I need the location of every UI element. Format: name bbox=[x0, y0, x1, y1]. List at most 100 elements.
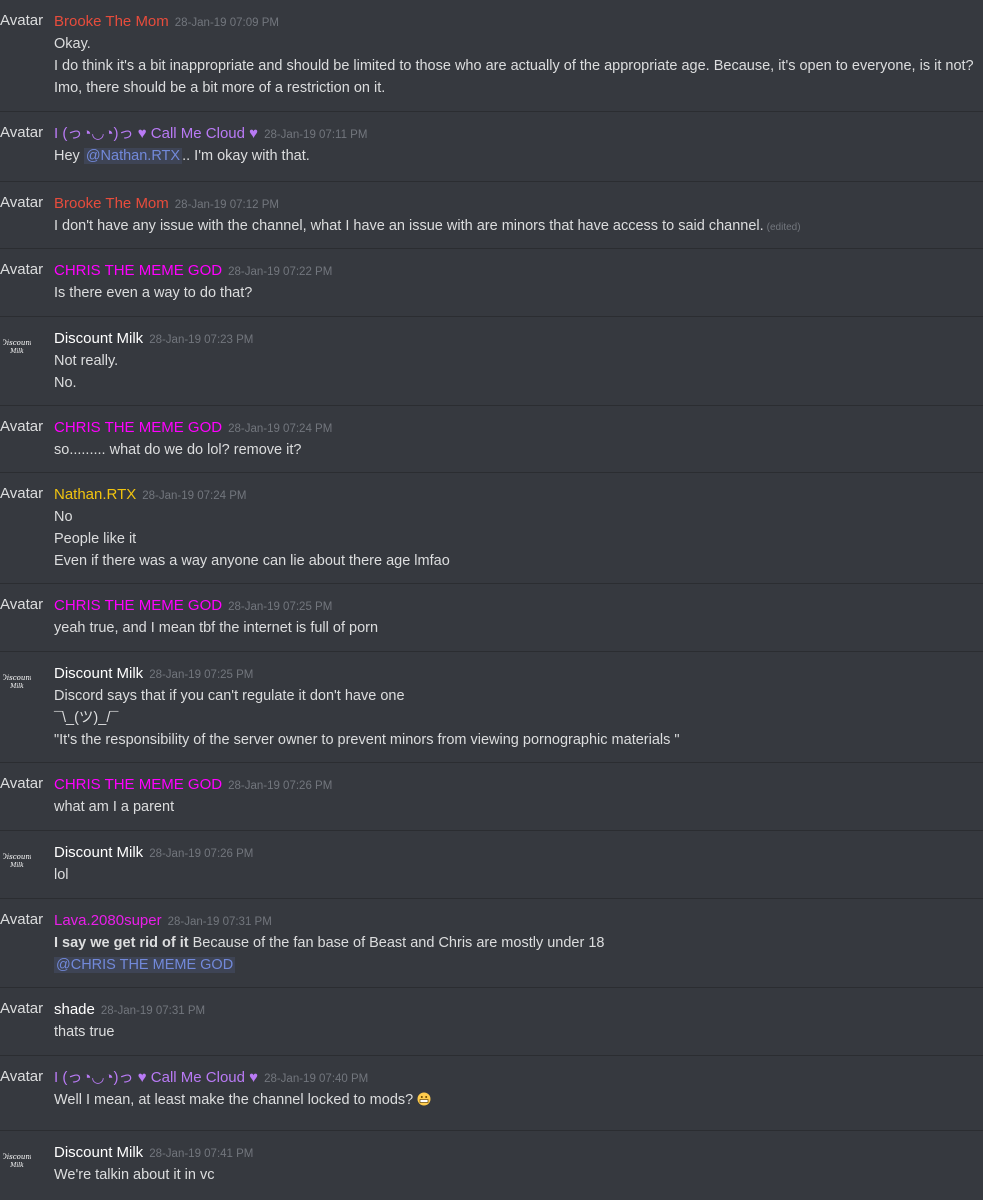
user-mention[interactable]: @Nathan.RTX bbox=[83, 148, 183, 164]
avatar-logo-text: Discount bbox=[3, 853, 31, 861]
message-content: Not really. No. bbox=[54, 350, 118, 394]
author-name[interactable]: CHRIS THE MEME GOD bbox=[54, 419, 222, 436]
message-line: so......... what do we do lol? remove it… bbox=[54, 442, 302, 458]
avatar-logo-text: Milk bbox=[9, 348, 24, 355]
message-content: No People like it Even if there was a way … bbox=[54, 506, 450, 572]
message-content: Is there even a way to do that? bbox=[54, 282, 252, 304]
message-header: Lava.2080super 28-Jan-19 07:31 PM bbox=[54, 912, 272, 931]
message-line: I say we get rid of it Because of the fa… bbox=[54, 935, 605, 951]
avatar-image[interactable]: DiscountMilk bbox=[3, 1149, 31, 1175]
avatar-placeholder[interactable]: Avatar bbox=[0, 775, 48, 793]
avatar-logo-text: Milk bbox=[9, 1162, 24, 1169]
message-header: shade 28-Jan-19 07:31 PM bbox=[54, 1001, 205, 1020]
message-line: "It's the responsibility of the server o… bbox=[54, 732, 680, 748]
avatar-logo-text: Discount bbox=[3, 339, 31, 347]
message-header: Discount Milk 28-Jan-19 07:25 PM bbox=[54, 665, 253, 684]
message-header: Brooke The Mom 28-Jan-19 07:09 PM bbox=[54, 13, 279, 32]
message-header: Discount Milk 28-Jan-19 07:23 PM bbox=[54, 330, 253, 349]
message: Avatar shade 28-Jan-19 07:31 PM thats true bbox=[0, 987, 983, 1055]
timestamp: 28-Jan-19 07:31 PM bbox=[100, 1005, 206, 1017]
avatar-logo-text: Discount bbox=[3, 674, 31, 682]
message: DiscountMilkDiscount Milk28-Jan-19 07:23… bbox=[0, 316, 983, 405]
message-header: Discount Milk 28-Jan-19 07:41 PM bbox=[54, 1144, 253, 1163]
message: Avatar Lava.2080super 28-Jan-19 07:31 PM I… bbox=[0, 898, 983, 987]
message-content: lol bbox=[54, 864, 69, 886]
author-name[interactable]: Discount Milk bbox=[54, 1144, 143, 1161]
author-name[interactable]: CHRIS THE MEME GOD bbox=[54, 776, 222, 793]
message-content: I say we get rid of it Because of the fa… bbox=[54, 932, 604, 976]
author-name[interactable]: Brooke The Mom bbox=[54, 195, 169, 212]
message-header: Brooke The Mom 28-Jan-19 07:12 PM bbox=[54, 195, 279, 214]
author-name[interactable]: Nathan.RTX bbox=[54, 486, 136, 503]
message-content: Well I mean, at least make the channel l… bbox=[54, 1089, 431, 1111]
author-name[interactable]: I (っ◔◡◔)っ ♥ Call Me Cloud ♥ bbox=[54, 125, 258, 142]
message-line: I don't have any issue with the channel,… bbox=[54, 218, 801, 234]
avatar-image[interactable]: DiscountMilk bbox=[3, 849, 31, 875]
message: Avatar I (っ◔◡◔)っ ♥ Call Me Cloud ♥ 28-Jan-… bbox=[0, 111, 983, 181]
timestamp: 28-Jan-19 07:24 PM bbox=[228, 423, 333, 435]
message-header: CHRIS THE MEME GOD 28-Jan-19 07:25 PM bbox=[54, 597, 332, 616]
message-line: Well I mean, at least make the channel l… bbox=[54, 1089, 431, 1111]
avatar-placeholder[interactable]: Avatar bbox=[0, 485, 48, 503]
timestamp: 28-Jan-19 07:41 PM bbox=[149, 1148, 254, 1160]
author-name[interactable]: shade bbox=[54, 1001, 95, 1018]
grimacing-emoji-icon bbox=[417, 1092, 431, 1106]
author-name[interactable]: Discount Milk bbox=[54, 844, 143, 861]
author-name[interactable]: Brooke The Mom bbox=[54, 13, 169, 30]
avatar-placeholder[interactable]: Avatar bbox=[0, 12, 48, 30]
message-line: thats true bbox=[54, 1024, 115, 1040]
message: Avatar CHRIS THE MEME GOD 28-Jan-19 07:26 … bbox=[0, 762, 983, 830]
message: DiscountMilk Discount Milk 28-Jan-19 07:41… bbox=[0, 1130, 983, 1200]
avatar-image[interactable]: DiscountMilk bbox=[3, 335, 31, 361]
message-line: Not really. bbox=[54, 353, 119, 369]
timestamp: 28-Jan-19 07:31 PM bbox=[167, 916, 272, 928]
timestamp: 28-Jan-19 07:26 PM bbox=[149, 848, 254, 860]
author-name[interactable]: CHRIS THE MEME GOD bbox=[54, 262, 222, 279]
timestamp: 28-Jan-19 07:25 PM bbox=[149, 669, 254, 681]
avatar-placeholder[interactable]: Avatar bbox=[0, 124, 48, 142]
message-line: lol bbox=[54, 867, 69, 883]
message: Avatar Brooke The Mom 28-Jan-19 07:12 PM I … bbox=[0, 181, 983, 248]
author-name[interactable]: Lava.2080super bbox=[54, 912, 162, 929]
avatar-placeholder[interactable]: Avatar bbox=[0, 418, 48, 436]
avatar-placeholder[interactable]: Avatar bbox=[0, 1068, 48, 1086]
bold-text: I say we get rid of it bbox=[54, 935, 189, 951]
message-line: what am I a parent bbox=[54, 799, 175, 815]
message-header: I (っ◔◡◔)っ ♥ Call Me Cloud ♥ 28-Jan-19 07:… bbox=[54, 125, 367, 144]
message-content: Discord says that if you can't regulate … bbox=[54, 685, 680, 751]
message: Avatar Nathan.RTX 28-Jan-19 07:24 PM No Peop… bbox=[0, 472, 983, 583]
avatar-image[interactable]: DiscountMilk bbox=[3, 670, 31, 696]
timestamp: 28-Jan-19 07:11 PM bbox=[264, 129, 368, 141]
message-content: thats true bbox=[54, 1021, 114, 1043]
avatar-placeholder[interactable]: Avatar bbox=[0, 911, 48, 929]
message-header: CHRIS THE MEME GOD 28-Jan-19 07:22 PM bbox=[54, 262, 332, 281]
message-line: Imo, there should be a bit more of a res… bbox=[54, 80, 386, 96]
avatar-placeholder[interactable]: Avatar bbox=[0, 596, 48, 614]
message-content: I don't have any issue with the channel,… bbox=[54, 215, 801, 239]
timestamp: 28-Jan-19 07:23 PM bbox=[149, 334, 254, 346]
author-name[interactable]: Discount Milk bbox=[54, 330, 143, 347]
avatar-placeholder[interactable]: Avatar bbox=[0, 1000, 48, 1018]
timestamp: 28-Jan-19 07:24 PM bbox=[142, 490, 247, 502]
user-mention[interactable]: @CHRIS THE MEME GOD bbox=[54, 957, 236, 973]
timestamp: 28-Jan-19 07:40 PM bbox=[264, 1073, 369, 1085]
message-header: Discount Milk 28-Jan-19 07:26 PM bbox=[54, 844, 253, 863]
message-line: @CHRIS THE MEME GOD bbox=[54, 954, 604, 976]
timestamp: 28-Jan-19 07:26 PM bbox=[228, 780, 333, 792]
message-line: Discord says that if you can't regulate … bbox=[54, 688, 405, 704]
author-name[interactable]: CHRIS THE MEME GOD bbox=[54, 597, 222, 614]
message-content: Hey @Nathan.RTX.. I'm okay with that. bbox=[54, 145, 310, 167]
message-header: CHRIS THE MEME GOD 28-Jan-19 07:26 PM bbox=[54, 776, 332, 795]
avatar-placeholder[interactable]: Avatar bbox=[0, 261, 48, 279]
timestamp: 28-Jan-19 07:09 PM bbox=[174, 17, 279, 29]
message: DiscountMilk Discount Milk 28-Jan-19 07:26… bbox=[0, 830, 983, 898]
message: Avatar Brooke The Mom 28-Jan-19 07:09 PM Ok… bbox=[0, 0, 983, 111]
message-line: Is there even a way to do that? bbox=[54, 285, 253, 301]
author-name[interactable]: Discount Milk bbox=[54, 665, 143, 682]
avatar-placeholder[interactable]: Avatar bbox=[0, 194, 48, 212]
timestamp: 28-Jan-19 07:12 PM bbox=[174, 199, 279, 211]
message-line: No bbox=[54, 509, 73, 525]
timestamp: 28-Jan-19 07:22 PM bbox=[228, 266, 333, 278]
author-name[interactable]: I (っ◔◡◔)っ ♥ Call Me Cloud ♥ bbox=[54, 1069, 258, 1086]
message-header: I (っ◔◡◔)っ ♥ Call Me Cloud ♥ 28-Jan-19 07:… bbox=[54, 1069, 368, 1088]
